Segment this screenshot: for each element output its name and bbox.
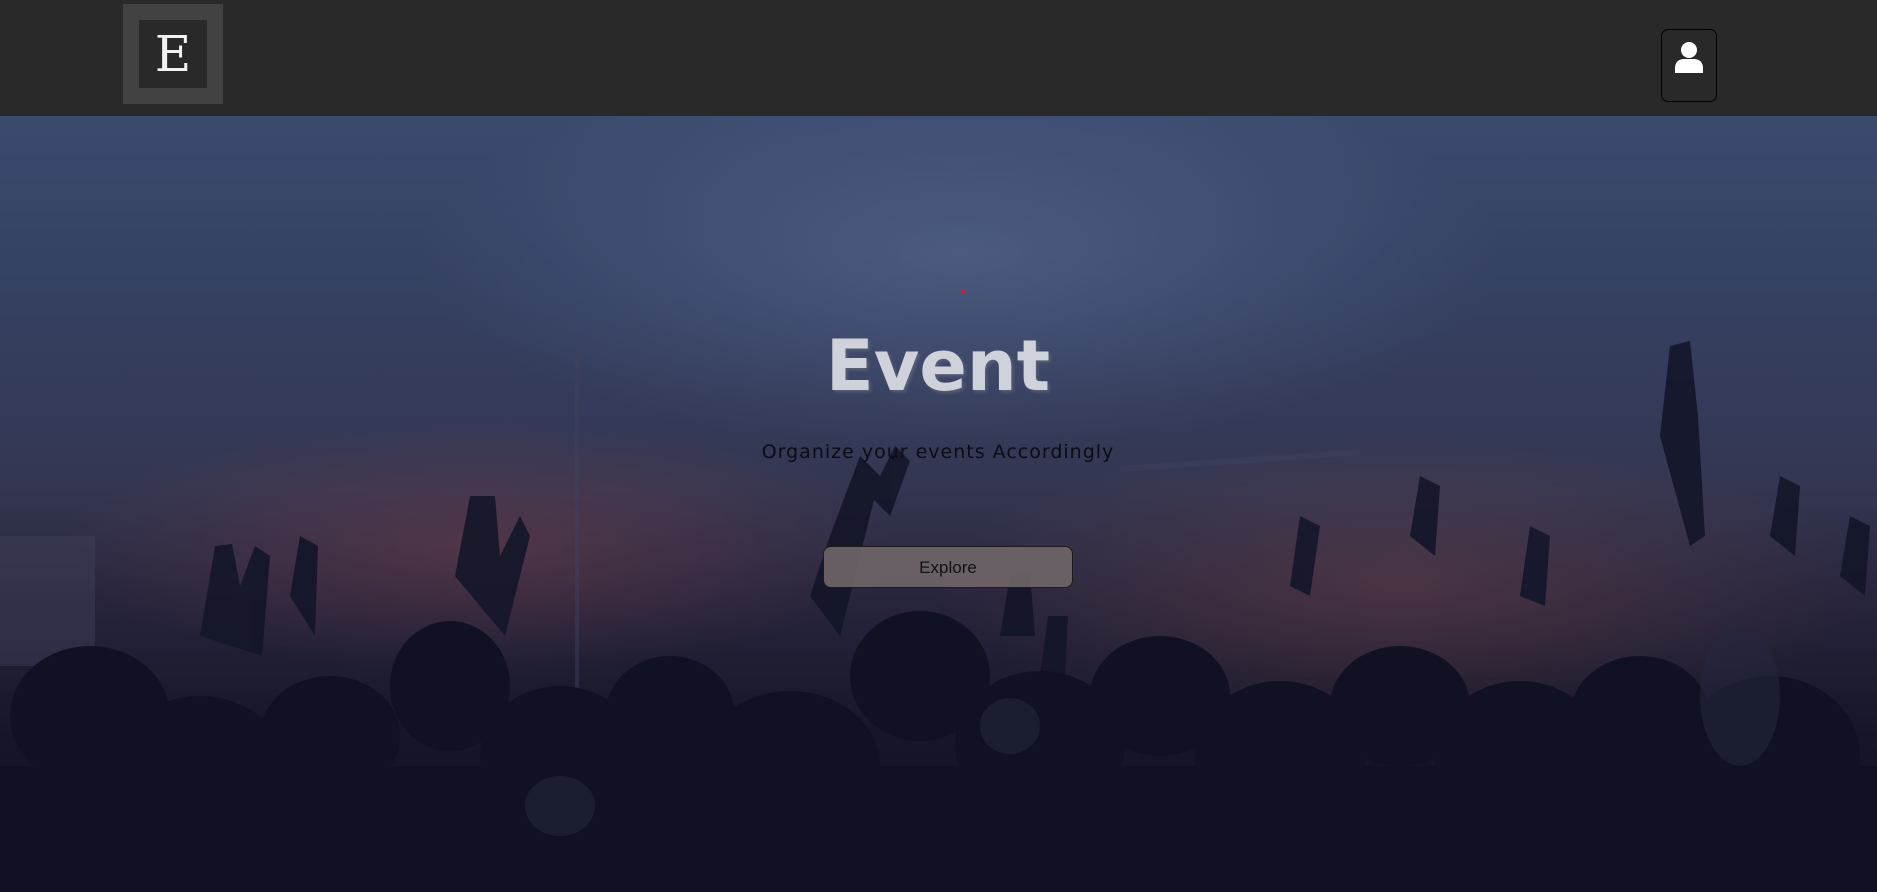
user-account-button[interactable]	[1661, 29, 1717, 102]
hero-overlay	[0, 116, 1877, 892]
logo[interactable]: E	[123, 4, 223, 104]
explore-button[interactable]: Explore	[823, 546, 1073, 588]
top-navbar: E	[0, 0, 1877, 116]
hero-section: Event Organize your events Accordingly E…	[0, 116, 1877, 892]
logo-letter: E	[139, 20, 207, 88]
user-icon	[1675, 42, 1703, 73]
hero-subtitle: Organize your events Accordingly	[761, 441, 1115, 463]
hero-title: Event	[825, 325, 1051, 407]
accent-dot	[961, 290, 965, 294]
